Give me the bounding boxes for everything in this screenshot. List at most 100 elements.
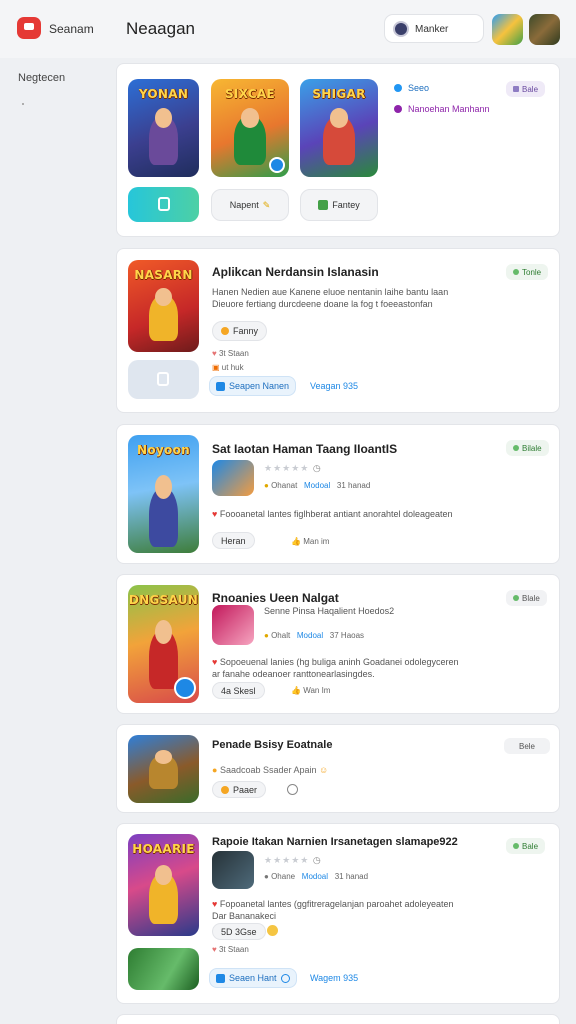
placeholder-button[interactable] [128,360,199,399]
top-bar: Seanam Neaagan Manker [0,0,576,58]
game-thumbnail[interactable]: HOAARIE [128,834,199,936]
app-thumb-icon[interactable] [492,14,523,45]
button-label: Seaen Hant [229,973,277,983]
app-card: Penade Bsisy Eoatnale ● Saadcoab Ssader … [116,724,560,813]
app-title[interactable]: Aplikcan Nerdansin Islanasin [212,265,379,279]
status-badge[interactable]: Blale [506,590,547,606]
avatar [393,21,409,37]
pill-label: 5D 3Gse [221,926,257,937]
leaf-icon [513,445,519,451]
meta-line: ● Ohanat Modoal 31 hanad [264,481,370,490]
napent-button[interactable]: Napent ✎ [211,189,289,221]
thumbs-up-icon: 👍 [291,537,301,546]
stat-line: ▣ ut huk [212,363,244,372]
coin-icon: ● [212,765,218,775]
badge-label: Bilale [522,443,542,453]
brand-logo-icon[interactable] [17,17,41,39]
app-title[interactable]: Sat Iaotan Haman Taang IIoantIS [212,442,397,456]
status-badge[interactable]: Bale [506,81,546,97]
heart-icon: ♥ [212,509,218,519]
app-description: ♥ Foooanetal lantes figlhberat antiant a… [212,509,453,519]
app-title[interactable]: Rnoanies Ueen Nalgat [212,591,339,605]
like-label: Wan Im [303,686,331,695]
tag-pill[interactable]: 4a Skesl [212,682,265,699]
badge-label: Bale [522,841,539,851]
stat-line: ♥ 3t Staan [212,349,249,358]
pill-label: Fanny [233,326,259,336]
person-icon [158,197,170,211]
status-badge[interactable]: Bilale [506,440,549,456]
app-description: Hanen Nedien aue Kanene eluoe nentanin l… [212,287,449,297]
game-thumbnail[interactable]: YONAN [128,79,199,177]
status-badge[interactable]: Bele [504,738,550,754]
developer-avatar[interactable] [212,605,254,645]
developer-avatar[interactable] [212,851,254,889]
open-button[interactable]: Seaen Hant [209,968,297,988]
sidebar-dot [22,103,24,105]
tag-pill[interactable]: 5D 3Gse [212,923,266,940]
meta-link[interactable]: Modoal [302,872,328,881]
app-icon [216,973,225,983]
app-description: ♥ Sopoeuenal lanies (hg buliga aninh Goa… [212,657,459,667]
history-icon[interactable] [287,784,298,795]
badge-label: Bale [522,84,539,94]
version-link[interactable]: Veagan 935 [310,381,358,391]
meta-text: Saadcoab Ssader Apain [219,765,317,775]
heart-icon: ♥ [212,657,218,667]
coin-icon [221,327,229,335]
thumbnail-title: NASARN [134,268,193,282]
description-text: Sopoeuenal lanies (hg buliga aninh Goada… [219,657,459,667]
meta-date: 31 hanad [336,481,371,490]
info-icon [394,84,402,92]
game-thumbnail[interactable]: SIXCAE [211,79,289,177]
tag-pill[interactable]: Heran [212,532,255,549]
like-label: Man im [303,537,330,546]
tag-pill[interactable]: Paaer [212,781,267,798]
game-thumbnail[interactable] [128,735,199,803]
leaf-icon [513,843,519,849]
fantey-button[interactable]: Fantey [300,189,378,221]
tag-icon [513,86,519,92]
developer-avatar[interactable] [212,460,254,496]
tag-pill[interactable]: Fanny [212,321,268,341]
pill-label: 4a Skesl [221,685,256,696]
status-badge[interactable]: Bale [506,838,546,854]
game-thumbnail[interactable]: NASARN [128,260,199,352]
user-menu-button[interactable]: Manker [384,14,484,43]
sidebar-item-label[interactable]: Negtecen [18,72,65,84]
game-thumbnail[interactable]: DNGSAUN [128,585,199,703]
game-thumbnail[interactable]: SHIGAR [300,79,378,177]
heart-icon: ♥ [212,899,218,909]
meta-link[interactable]: Modoal [304,481,330,490]
game-thumbnail[interactable]: Noyoon [128,435,199,553]
smile-icon: ☺ [319,765,329,775]
meta-line: ● Saadcoab Ssader Apain ☺ [212,765,328,775]
profile-thumb-icon[interactable] [529,14,560,45]
app-title[interactable]: Penade Bsisy Eoatnale [212,739,332,751]
description-text: Fopoanetal lantes (ggfitreragelanjan par… [219,899,454,909]
app-title[interactable]: Rapoie Itakan Narnien Irsanetagen slamap… [212,836,458,848]
install-button[interactable] [128,187,199,222]
badge-label: Bele [518,741,535,751]
version-link[interactable]: Wagem 935 [310,973,358,983]
check-icon [318,200,329,210]
side-item[interactable]: Seeo [394,83,429,93]
meta-line: ● Ohane Modoal 31 hanad [264,872,368,881]
app-description: ar fanahe odeanoer ranttonearlasingdes. [212,669,375,679]
side-item[interactable]: Nanoehan Manhann [394,104,490,114]
like-button[interactable]: 👍 Man im [291,537,329,546]
app-card: HOAARIE Rapoie Itakan Narnien Irsanetage… [116,823,560,1004]
thumbnail-title: YONAN [138,87,189,101]
game-thumbnail[interactable] [128,948,199,990]
heart-icon: ♥ [212,945,217,954]
app-subtitle: Senne Pinsa Haqalient Hoedos2 [264,606,395,616]
brand-name[interactable]: Seanam [49,22,94,36]
open-button[interactable]: Seapen Nanen [209,376,297,396]
rating-stars: ★★★★★ ◷ [264,463,322,473]
meta-link[interactable]: Modoal [297,631,323,640]
featured-card: YONAN SIXCAE SHIGAR Napent ✎ Fantey Seeo… [116,63,560,237]
like-button[interactable]: 👍 Wan Im [291,686,330,695]
heart-icon: ♥ [212,349,217,358]
status-badge[interactable]: Tonle [506,264,549,280]
user-icon: ● [264,872,269,881]
